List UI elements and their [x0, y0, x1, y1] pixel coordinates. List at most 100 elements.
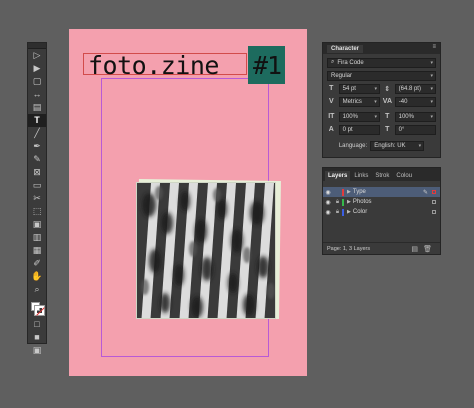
- font-family-field[interactable]: ⌕ Fira Code ▾: [327, 57, 436, 68]
- fill-stroke-swatches[interactable]: [28, 300, 46, 318]
- search-icon: ⌕: [331, 59, 335, 65]
- layer-row-type[interactable]: ◉ ▶ Type ✎: [323, 187, 440, 197]
- horizontal-scale-value: 100%: [398, 113, 414, 120]
- skew-icon: T: [385, 126, 390, 133]
- skew-field[interactable]: 0°: [394, 124, 436, 135]
- font-style-field[interactable]: Regular ▾: [327, 70, 436, 81]
- font-family-value: Fira Code: [337, 59, 364, 66]
- crosswalk-photo[interactable]: [136, 182, 276, 319]
- font-style-value: Regular: [331, 72, 353, 79]
- chevron-down-icon[interactable]: ▾: [431, 99, 434, 105]
- hand-tool-icon[interactable]: ✋: [28, 270, 46, 283]
- leading-icon: ⇕: [384, 85, 391, 93]
- chevron-down-icon[interactable]: ▾: [430, 114, 433, 120]
- expand-triangle-icon[interactable]: ▶: [347, 209, 351, 215]
- type-tool-icon[interactable]: T: [28, 114, 46, 127]
- layers-panel-footer: Page: 1, 3 Layers ▤ 🗑︎: [323, 242, 440, 254]
- zoom-tool-icon[interactable]: ⌕: [28, 283, 46, 296]
- gradient-swatch-tool-icon[interactable]: ▣: [28, 218, 46, 231]
- scissors-tool-icon[interactable]: ✂: [28, 192, 46, 205]
- chevron-down-icon[interactable]: ▾: [430, 60, 433, 66]
- vertical-scale-icon: IT: [328, 113, 335, 120]
- leading-value: (64.8 pt): [398, 85, 421, 92]
- kerning-value: Metrics: [342, 98, 362, 105]
- pencil-tool-icon[interactable]: ✎: [28, 153, 46, 166]
- direct-selection-tool-icon[interactable]: ▶: [28, 62, 46, 75]
- layer-color-chip: [342, 188, 344, 196]
- kerning-field[interactable]: Metrics ▾: [338, 96, 380, 107]
- tracking-field[interactable]: -40 ▾: [394, 96, 437, 107]
- tracking-icon: VA: [382, 98, 393, 105]
- rectangle-frame-tool-icon[interactable]: ⊠: [28, 166, 46, 179]
- gradient-feather-tool-icon[interactable]: ▥: [28, 231, 46, 244]
- free-transform-tool-icon[interactable]: ⬚: [28, 205, 46, 218]
- chevron-down-icon[interactable]: ▾: [374, 86, 377, 92]
- layer-color-chip: [342, 198, 344, 206]
- screen-mode-icon[interactable]: ▣: [28, 344, 46, 357]
- page-title-text[interactable]: foto.zine: [88, 51, 219, 80]
- tab-layers[interactable]: Layers: [325, 171, 351, 181]
- chevron-down-icon[interactable]: ▾: [430, 86, 433, 92]
- expand-triangle-icon[interactable]: ▶: [347, 199, 351, 205]
- rectangle-tool-icon[interactable]: ▭: [28, 179, 46, 192]
- vertical-scale-field[interactable]: 100% ▾: [338, 111, 380, 122]
- expand-triangle-icon[interactable]: ▶: [347, 189, 351, 195]
- layer-select-square[interactable]: [432, 200, 436, 204]
- baseline-shift-field[interactable]: 0 pt: [338, 124, 380, 135]
- character-panel-header[interactable]: Character ≡: [323, 43, 440, 54]
- chevron-down-icon[interactable]: ▾: [419, 143, 422, 149]
- font-size-value: 54 pt: [342, 85, 356, 92]
- panel-menu-icon[interactable]: ≡: [432, 44, 436, 50]
- character-panel-title[interactable]: Character: [327, 44, 364, 53]
- tab-colour[interactable]: Colou: [393, 171, 415, 181]
- chevron-down-icon[interactable]: ▾: [374, 114, 377, 120]
- layers-status: Page: 1, 3 Layers: [327, 245, 371, 252]
- selection-tool-icon[interactable]: ▷: [28, 49, 46, 62]
- tab-stroke[interactable]: Strok: [372, 171, 392, 181]
- lock-icon[interactable]: 🔒︎: [333, 209, 342, 216]
- eye-icon[interactable]: ◉: [323, 209, 333, 216]
- note-tool-icon[interactable]: ▦: [28, 244, 46, 257]
- tools-panel: ▷ ▶ ▢ ↔ ▤ T ╱ ✒ ✎ ⊠ ▭ ✂ ⬚ ▣ ▥ ▦ ✐ ✋ ⌕ □ …: [27, 42, 47, 355]
- chevron-down-icon[interactable]: ▾: [374, 99, 377, 105]
- formatting-container-icon[interactable]: □: [28, 318, 46, 331]
- tab-links[interactable]: Links: [351, 171, 371, 181]
- horizontal-scale-icon: T: [385, 113, 390, 120]
- layer-row-photos[interactable]: ◉ 🔒︎ ▶ Photos: [323, 197, 440, 207]
- gap-tool-icon[interactable]: ↔: [28, 88, 46, 101]
- font-size-icon: T: [329, 85, 334, 92]
- layer-name: Photos: [352, 199, 372, 205]
- tracking-value: -40: [398, 98, 408, 105]
- new-layer-icon[interactable]: ▤: [411, 245, 418, 253]
- horizontal-scale-field[interactable]: 100% ▾: [394, 111, 436, 122]
- pen-icon: ✎: [422, 189, 428, 196]
- eye-icon[interactable]: ◉: [323, 199, 333, 206]
- eye-icon[interactable]: ◉: [323, 189, 333, 196]
- chevron-down-icon[interactable]: ▾: [430, 73, 433, 79]
- trash-icon[interactable]: 🗑︎: [423, 245, 432, 253]
- pen-tool-icon[interactable]: ✒: [28, 140, 46, 153]
- layer-color-chip: [342, 208, 344, 216]
- font-size-field[interactable]: 54 pt ▾: [338, 83, 380, 94]
- eyedropper-tool-icon[interactable]: ✐: [28, 257, 46, 270]
- language-label: Language:: [338, 142, 368, 149]
- line-tool-icon[interactable]: ╱: [28, 127, 46, 140]
- vertical-scale-value: 100%: [342, 113, 358, 120]
- leading-field[interactable]: (64.8 pt) ▾: [394, 83, 436, 94]
- skew-value: 0°: [398, 126, 405, 133]
- apply-color-icon[interactable]: ■: [28, 331, 46, 344]
- document-page[interactable]: foto.zine #1: [69, 29, 307, 376]
- layer-row-color[interactable]: ◉ 🔒︎ ▶ Color: [323, 207, 440, 217]
- lock-icon[interactable]: 🔒︎: [333, 199, 342, 206]
- language-value: English: UK: [374, 142, 406, 149]
- layer-name: Color: [352, 209, 368, 215]
- kerning-icon: V: [328, 98, 334, 105]
- layer-select-square[interactable]: [432, 210, 436, 214]
- language-field[interactable]: English: UK ▾: [370, 140, 425, 151]
- layer-select-square[interactable]: [432, 190, 436, 194]
- layers-panel: Layers Links Strok Colou ◉ ▶ Type ✎ ◉ 🔒︎…: [322, 167, 441, 255]
- content-collector-tool-icon[interactable]: ▤: [28, 101, 46, 114]
- page-tool-icon[interactable]: ▢: [28, 75, 46, 88]
- stroke-swatch-icon[interactable]: [34, 305, 45, 316]
- page-title-number[interactable]: #1: [248, 51, 286, 80]
